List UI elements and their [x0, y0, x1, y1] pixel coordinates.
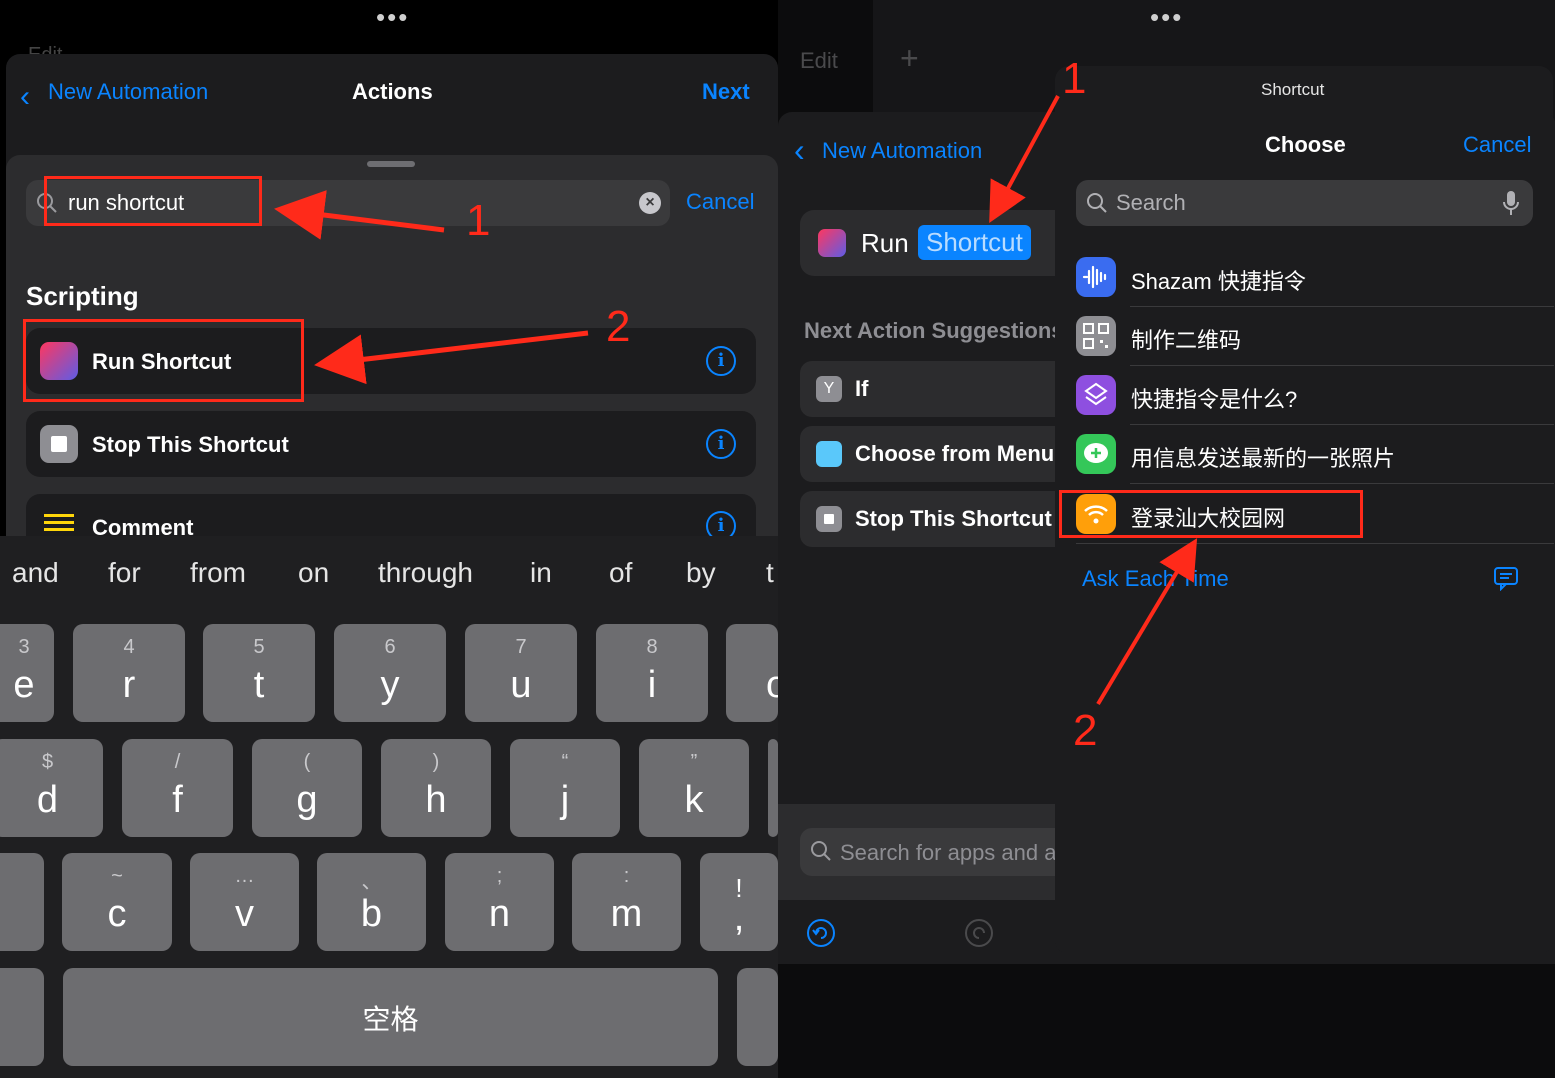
suggestion-item[interactable]: on: [298, 557, 329, 589]
annotation-number: 2: [606, 302, 631, 351]
sheet-title: Choose: [1265, 132, 1346, 157]
shortcuts-icon: [818, 229, 846, 257]
next-button[interactable]: Next: [702, 79, 750, 105]
annotation-highlight-run-shortcut: [23, 319, 304, 402]
key[interactable]: o: [726, 624, 778, 722]
suggestion-item[interactable]: for: [108, 557, 141, 589]
more-dots[interactable]: •••: [376, 4, 409, 30]
info-icon[interactable]: i: [706, 429, 736, 459]
section-title: Scripting: [26, 281, 139, 311]
list-item-label: 快捷指令是什么?: [1131, 387, 1298, 412]
key[interactable]: 4r: [73, 624, 185, 722]
search-icon: [811, 841, 831, 861]
space-key[interactable]: 空格: [63, 968, 718, 1066]
left-screenshot: ••• Edit ‹ New Automation Actions Next r…: [0, 0, 778, 1078]
key[interactable]: 7u: [465, 624, 577, 722]
suggestion-label: Stop This Shortcut: [855, 506, 1052, 531]
divider: [1076, 543, 1554, 544]
back-button[interactable]: ‹: [20, 78, 30, 113]
shortcuts-layers-icon: [1076, 375, 1116, 415]
search-apps-placeholder: Search for apps and a: [840, 840, 1057, 865]
undo-icon[interactable]: [806, 918, 836, 948]
key[interactable]: / f: [122, 739, 233, 837]
key[interactable]: ; n: [445, 853, 554, 951]
suggestion-item[interactable]: from: [190, 557, 246, 589]
comment-icon: [44, 514, 74, 534]
annotation-number: 1: [1062, 54, 1087, 103]
key[interactable]: 3e: [0, 624, 54, 722]
key[interactable]: !,: [700, 853, 778, 951]
shortcut-parameter-token[interactable]: Shortcut: [918, 225, 1031, 260]
action-row-label: Stop This Shortcut: [92, 432, 289, 457]
menu-icon: [816, 441, 842, 467]
key[interactable]: “j: [510, 739, 620, 837]
list-item-label: 制作二维码: [1131, 328, 1242, 353]
chevron-left-icon[interactable]: ‹: [794, 132, 805, 169]
annotation-number: 1: [466, 196, 491, 245]
page-title: Actions: [352, 79, 433, 104]
key[interactable]: 5t: [203, 624, 315, 722]
suggestions-header: Next Action Suggestions: [804, 318, 1064, 343]
key[interactable]: (g: [252, 739, 362, 837]
chevron-left-icon: ‹: [20, 80, 30, 113]
search-placeholder: Search: [1116, 190, 1186, 215]
back-button-label[interactable]: New Automation: [48, 79, 208, 105]
suggestion-item[interactable]: by: [686, 557, 716, 589]
microphone-icon[interactable]: [1502, 190, 1520, 216]
key[interactable]: 6y: [334, 624, 446, 722]
variable-chat-icon[interactable]: [1493, 565, 1519, 591]
stop-icon: [816, 506, 842, 532]
bg-add-icon: +: [900, 40, 919, 76]
suggestion-item[interactable]: through: [378, 557, 473, 589]
list-item-label: Shazam 快捷指令: [1131, 269, 1306, 294]
suggestion-item[interactable]: of: [609, 557, 632, 589]
key[interactable]: ) h: [381, 739, 491, 837]
suggestion-label: Choose from Menu: [855, 441, 1055, 466]
sheet-grabber[interactable]: [367, 161, 415, 167]
shift-key[interactable]: [0, 853, 44, 951]
key[interactable]: 8i: [596, 624, 708, 722]
clear-icon[interactable]: ×: [639, 192, 661, 214]
suggestion-item[interactable]: in: [530, 557, 552, 589]
key[interactable]: l: [768, 739, 778, 837]
info-icon[interactable]: i: [706, 346, 736, 376]
key[interactable]: :m: [572, 853, 681, 951]
suggestion-item[interactable]: t: [766, 557, 774, 589]
key[interactable]: [737, 968, 778, 1066]
bg-edit-tab: Edit: [800, 48, 838, 73]
annotation-highlight-search: [44, 176, 262, 226]
qr-code-icon: [1076, 316, 1116, 356]
key[interactable]: ” k: [639, 739, 749, 837]
suggestion-label: If: [855, 376, 869, 401]
key[interactable]: ~ c: [62, 853, 172, 951]
search-icon: [1087, 193, 1107, 213]
ask-each-time-button[interactable]: Ask Each Time: [1082, 566, 1229, 592]
if-icon: Y: [816, 376, 842, 402]
key[interactable]: $ d: [0, 739, 103, 837]
action-run-word: Run: [861, 228, 909, 258]
globe-key[interactable]: [0, 968, 44, 1066]
more-dots[interactable]: •••: [1150, 4, 1183, 30]
key[interactable]: … v: [190, 853, 299, 951]
sheet-header: Shortcut: [1261, 80, 1325, 99]
back-button[interactable]: New Automation: [822, 138, 982, 164]
annotation-highlight-item: [1059, 490, 1363, 538]
shazam-icon: [1076, 257, 1116, 297]
stop-icon: [40, 425, 78, 463]
messages-icon: [1076, 434, 1116, 474]
search-cancel-button[interactable]: Cancel: [686, 189, 754, 215]
key[interactable]: 、 b: [317, 853, 426, 951]
list-item-label: 用信息发送最新的一张照片: [1131, 446, 1396, 471]
suggestion-item[interactable]: and: [12, 557, 59, 589]
redo-icon[interactable]: [964, 918, 994, 948]
cancel-button[interactable]: Cancel: [1463, 132, 1531, 158]
annotation-number: 2: [1073, 706, 1098, 755]
